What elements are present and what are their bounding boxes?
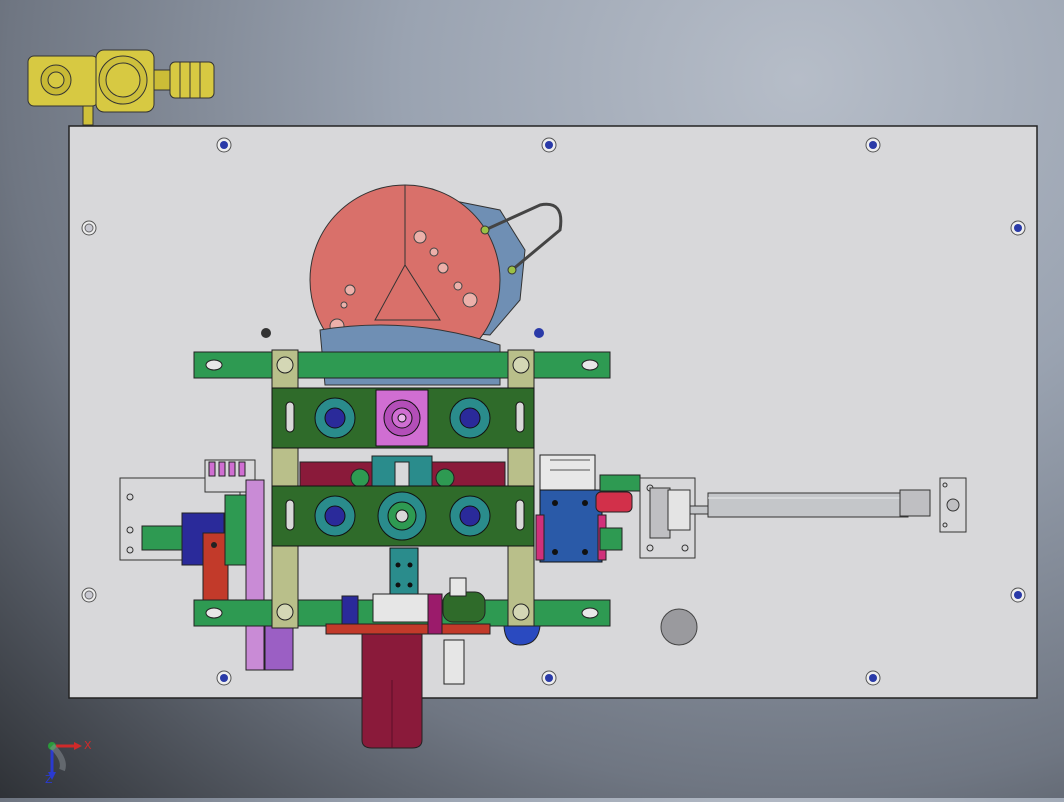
upper-roller-block[interactable]	[271, 387, 535, 449]
mount-hole	[541, 137, 557, 153]
small-hole-blue	[534, 328, 544, 338]
large-gray-boss	[660, 608, 698, 646]
mount-hole	[81, 220, 97, 236]
lower-roller-block[interactable]	[271, 485, 535, 547]
mount-hole	[1010, 587, 1026, 603]
mount-hole	[216, 670, 232, 686]
axis-x-label: X	[84, 739, 92, 752]
axis-triad: X Z	[45, 739, 92, 784]
assembly-drawing[interactable]	[0, 0, 1064, 798]
vertical-shaft[interactable]	[389, 547, 419, 597]
small-hole-dark	[261, 328, 271, 338]
frame-bar-top	[193, 351, 611, 379]
mount-hole	[1010, 220, 1026, 236]
brass-motor-assembly[interactable]	[27, 49, 215, 126]
mount-hole	[865, 137, 881, 153]
mount-hole	[216, 137, 232, 153]
axis-z-label: Z	[45, 773, 53, 784]
mount-hole	[541, 670, 557, 686]
cad-viewport[interactable]: X Z	[0, 0, 1064, 798]
mount-hole	[81, 587, 97, 603]
mount-hole	[865, 670, 881, 686]
